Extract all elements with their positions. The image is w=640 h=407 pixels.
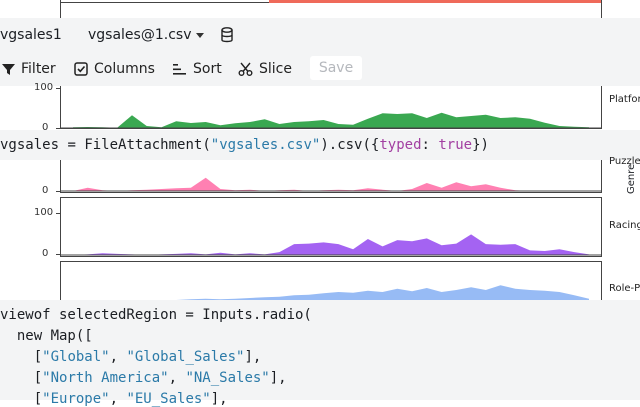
code-line-1[interactable]: viewof selectedRegion = Inputs.radio( bbox=[0, 307, 312, 323]
code-line-5[interactable]: ["Europe", "EU_Sales"], bbox=[0, 391, 228, 407]
filter-label: Filter bbox=[21, 61, 56, 77]
code-fn: FileAttachment bbox=[84, 137, 203, 153]
code-text: [ bbox=[0, 349, 43, 365]
database-icon[interactable] bbox=[220, 27, 234, 47]
code-string: "NA_Sales" bbox=[185, 370, 270, 386]
y-tick-100: 100 bbox=[34, 82, 54, 93]
code-text: ], bbox=[269, 370, 287, 386]
top-panel-border bbox=[61, 2, 269, 3]
y-tick-0: 0 bbox=[42, 185, 49, 196]
slice-label: Slice bbox=[259, 61, 292, 77]
code-line-3[interactable]: ["Global", "Global_Sales"], bbox=[0, 349, 262, 365]
code-text: [ bbox=[0, 391, 43, 407]
y-tickmark bbox=[56, 254, 60, 255]
genre-axis-label: Genre bbox=[626, 163, 637, 194]
scissors-icon bbox=[238, 62, 253, 76]
code-text: new Map([ bbox=[0, 328, 93, 344]
file-selector[interactable]: vgsales@1.csv bbox=[88, 27, 205, 43]
code-text: viewof selectedRegion = Inputs.radio( bbox=[0, 307, 312, 323]
y-tick-100: 100 bbox=[34, 207, 54, 218]
facet-label-racing: Racing bbox=[609, 220, 640, 231]
y-tickmark bbox=[56, 213, 60, 214]
columns-label: Columns bbox=[94, 61, 155, 77]
columns-button[interactable]: Columns bbox=[74, 60, 155, 78]
checkbox-icon bbox=[74, 62, 88, 76]
filter-icon bbox=[2, 63, 15, 75]
code-bool: true bbox=[438, 137, 473, 153]
code-string: "Europe" bbox=[42, 391, 110, 407]
code-string: "Global" bbox=[42, 349, 110, 365]
code-line-4[interactable]: ["North America", "NA_Sales"], bbox=[0, 370, 287, 386]
save-button[interactable]: Save bbox=[310, 56, 362, 80]
code-line-fileattachment[interactable]: vgsales = FileAttachment("vgsales.csv").… bbox=[0, 137, 489, 153]
code-colon: : bbox=[421, 137, 439, 153]
y-tickmark bbox=[56, 88, 60, 89]
code-line-2[interactable]: new Map([ bbox=[0, 328, 93, 344]
code-text: ], bbox=[244, 349, 262, 365]
code-text: [ bbox=[0, 370, 43, 386]
facet-panel-puzzle bbox=[60, 160, 602, 193]
code-string: "EU_Sales" bbox=[126, 391, 211, 407]
code-paren: ( bbox=[202, 137, 211, 153]
sort-button[interactable]: Sort bbox=[173, 60, 222, 78]
y-tickmark bbox=[56, 128, 60, 129]
code-string: "vgsales.csv" bbox=[210, 137, 321, 153]
code-var: vgsales bbox=[0, 137, 60, 153]
caret-down-icon bbox=[196, 32, 205, 38]
area-series-racing bbox=[73, 234, 589, 255]
slice-button[interactable]: Slice bbox=[238, 60, 292, 78]
code-text: ], bbox=[210, 391, 228, 407]
facet-panel-platform bbox=[60, 86, 602, 129]
facet-panel-top bbox=[60, 0, 602, 20]
code-eq: = bbox=[59, 137, 85, 153]
y-tickmark bbox=[56, 191, 60, 192]
code-text: , bbox=[168, 370, 186, 386]
code-close: }) bbox=[472, 137, 489, 153]
sort-label: Sort bbox=[193, 61, 222, 77]
code-string: "North America" bbox=[42, 370, 169, 386]
cell-name[interactable]: vgsales1 bbox=[0, 27, 62, 43]
file-name: vgsales@1.csv bbox=[88, 27, 192, 43]
facet-label-roleplaying: Role-P bbox=[609, 283, 640, 294]
code-call: ).csv({ bbox=[320, 137, 380, 153]
facet-panel-racing bbox=[60, 197, 602, 257]
code-key: typed bbox=[379, 137, 422, 153]
save-label: Save bbox=[318, 60, 354, 76]
code-text: , bbox=[109, 349, 127, 365]
code-text: , bbox=[109, 391, 127, 407]
y-tick-0: 0 bbox=[42, 248, 49, 259]
filter-button[interactable]: Filter bbox=[2, 60, 56, 78]
area-fill-top bbox=[269, 0, 601, 3]
area-series-platfor bbox=[73, 112, 589, 128]
area-series-puzzle bbox=[73, 177, 589, 191]
facet-label-platform: Platfor bbox=[609, 94, 640, 105]
code-string: "Global_Sales" bbox=[126, 349, 245, 365]
sort-icon bbox=[173, 63, 186, 75]
